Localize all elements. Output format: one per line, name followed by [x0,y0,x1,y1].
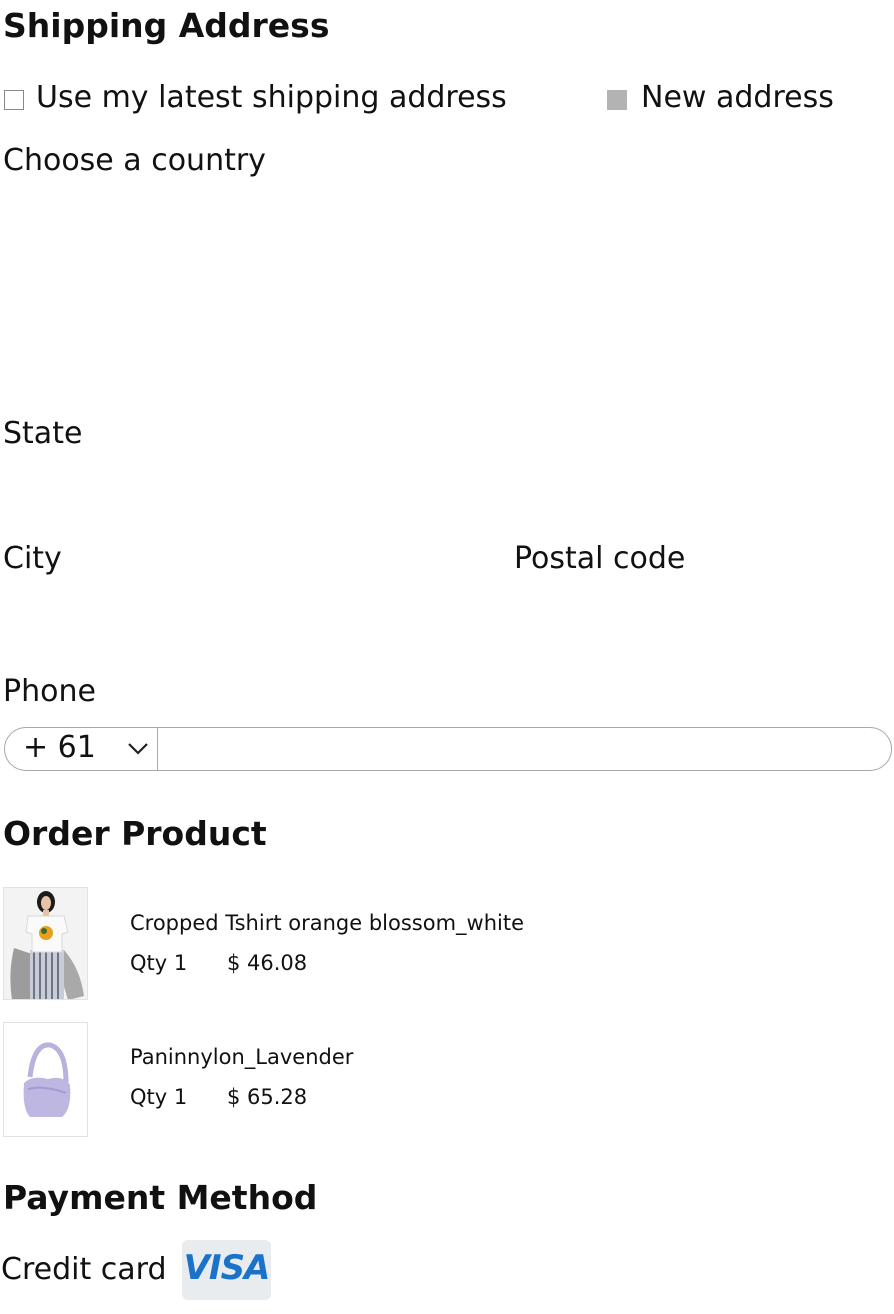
phone-input[interactable] [161,730,875,770]
product-name: Paninnylon_Lavender [130,1045,354,1069]
product-qty: Qty 1 [130,951,188,975]
new-address-label[interactable]: New address [641,80,834,115]
phone-field: + 61 [4,727,892,771]
visa-card-option[interactable]: VISA [182,1240,271,1300]
product-price: $ 65.28 [227,1085,308,1109]
product-price: $ 46.08 [227,951,308,975]
use-latest-address-checkbox[interactable] [4,90,24,110]
tshirt-product-image [3,887,88,1000]
chevron-down-icon [128,743,148,755]
use-latest-address-label[interactable]: Use my latest shipping address [36,80,507,115]
phone-label: Phone [3,674,96,709]
country-code-select[interactable]: + 61 [5,728,158,770]
visa-logo: VISA [183,1248,271,1288]
lavender-bag-product-image [3,1022,88,1137]
product-name: Cropped Tshirt orange blossom_white [130,911,525,935]
payment-method-title: Payment Method [3,1178,318,1217]
product-qty: Qty 1 [130,1085,188,1109]
country-label: Choose a country [3,143,266,178]
new-address-checkbox[interactable] [607,90,627,110]
credit-card-label[interactable]: Credit card [1,1252,166,1287]
country-code-value: + 61 [23,730,96,765]
postal-code-label: Postal code [514,541,686,576]
shipping-address-title: Shipping Address [3,6,330,45]
city-label: City [3,541,62,576]
order-product-title: Order Product [3,814,267,853]
state-label: State [3,416,83,451]
